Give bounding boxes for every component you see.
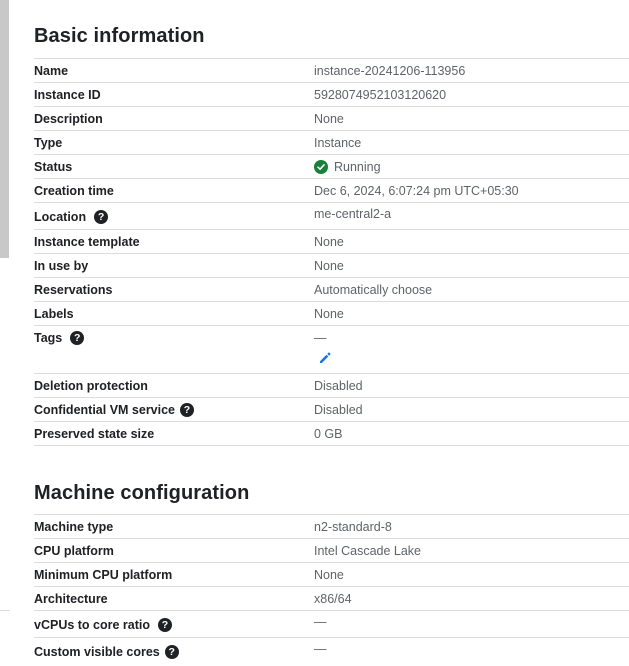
row-value: instance-20241206-113956 [314,63,466,78]
help-circle-icon[interactable]: ? [158,618,173,632]
row-value: — [314,615,327,629]
row-label: Instance template [34,234,140,249]
row-value: None [314,234,344,249]
row-value: Intel Cascade Lake [314,543,422,558]
table-row: Reservations Automatically choose [34,277,629,301]
row-value: None [314,567,344,582]
scrollbar-thumb[interactable] [0,0,9,258]
row-value: 5928074952103120620 [314,87,447,102]
table-row: Instance template None [34,229,629,253]
table-row: Minimum CPU platform None [34,562,629,586]
row-label: Minimum CPU platform [34,567,173,582]
left-divider [0,610,10,611]
row-label: Custom visible cores [34,645,160,659]
help-circle-icon[interactable]: ? [70,330,85,345]
row-label: Tags [34,330,63,345]
basic-information-table: Name instance-20241206-113956 Instance I… [34,58,629,446]
row-label: Type [34,135,63,150]
row-value: Dec 6, 2024, 6:07:24 pm UTC+05:30 [314,183,519,198]
help-circle-icon[interactable]: ? [180,402,195,417]
row-label: Instance ID [34,87,101,102]
status-text: Running [334,159,381,174]
row-value: me-central2-a [314,207,392,221]
row-label: Name [34,63,69,78]
row-value: Instance [314,135,362,150]
table-row: Type Instance [34,130,629,154]
row-value: x86/64 [314,591,352,606]
row-label: Labels [34,306,74,321]
row-label: Status [34,159,73,174]
row-value: n2-standard-8 [314,519,392,534]
row-label: Description [34,111,103,126]
row-label: Confidential VM service [34,402,176,417]
help-circle-icon[interactable]: ? [164,645,179,659]
table-row: Preserved state size 0 GB [34,421,629,446]
section-title-basic-information: Basic information [34,25,205,47]
table-row: Description None [34,106,629,130]
row-value: — [314,330,327,345]
table-row: In use by None [34,253,629,277]
table-row-location: Location ? me-central2-a [34,202,629,229]
table-row: Architecture x86/64 [34,586,629,610]
row-label: Reservations [34,282,113,297]
table-row-custom-visible-cores: Custom visible cores ? — [34,637,629,664]
row-value: None [314,111,344,126]
row-label: Preserved state size [34,426,155,441]
table-row: Instance ID 5928074952103120620 [34,82,629,106]
status-value: Running [314,155,381,178]
row-label: Creation time [34,183,114,198]
row-label: In use by [34,258,89,273]
row-label: Deletion protection [34,378,148,393]
row-label-with-help: Tags ? [34,326,85,349]
table-row: CPU platform Intel Cascade Lake [34,538,629,562]
row-value: None [314,258,344,273]
pencil-edit-icon[interactable] [317,350,333,366]
section-title-machine-configuration: Machine configuration [34,482,250,504]
row-value: Disabled [314,378,363,393]
table-row: Creation time Dec 6, 2024, 6:07:24 pm UT… [34,178,629,202]
row-value: — [314,642,327,656]
row-label-with-help: Location ? [34,203,109,231]
table-row-confidential-vm: Confidential VM service ? Disabled [34,397,629,421]
table-row: Name instance-20241206-113956 [34,58,629,82]
check-circle-icon [314,159,328,174]
row-label: Location [34,210,87,224]
row-label: Machine type [34,519,114,534]
row-value: Disabled [314,402,363,417]
row-label-with-help: vCPUs to core ratio ? [34,611,173,639]
table-row-status: Status Running [34,154,629,178]
table-row-tags: Tags ? — [34,325,629,373]
row-label-with-help: Custom visible cores ? [34,638,179,666]
row-label-with-help: Confidential VM service ? [34,398,195,421]
row-label: vCPUs to core ratio [34,618,151,632]
table-row: Machine type n2-standard-8 [34,514,629,538]
table-row: Deletion protection Disabled [34,373,629,397]
row-value: 0 GB [314,426,343,441]
scrollbar-track[interactable] [0,0,10,658]
row-label: CPU platform [34,543,114,558]
table-row: Labels None [34,301,629,325]
row-value: None [314,306,344,321]
row-value: Automatically choose [314,282,433,297]
help-circle-icon[interactable]: ? [94,210,109,224]
machine-configuration-table: Machine type n2-standard-8 CPU platform … [34,514,629,664]
table-row-vcpus-ratio: vCPUs to core ratio ? — [34,610,629,637]
row-label: Architecture [34,591,108,606]
